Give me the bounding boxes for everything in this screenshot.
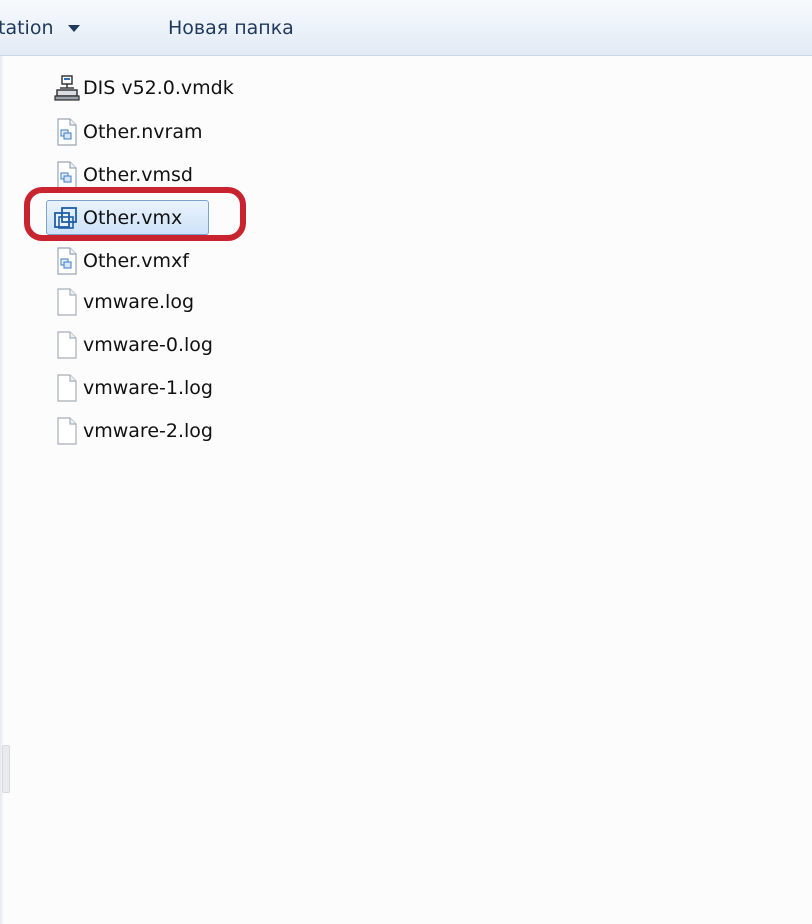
- file-item[interactable]: vmware-1.log: [53, 372, 213, 404]
- vmdk-disk-icon: [53, 73, 81, 103]
- file-item-selected[interactable]: Other.vmx: [46, 200, 209, 235]
- pane-splitter-handle[interactable]: [2, 745, 10, 793]
- file-item[interactable]: Other.vmsd: [53, 159, 193, 191]
- file-name: vmware-1.log: [83, 376, 213, 399]
- command-bar: tation Новая папка: [0, 0, 812, 56]
- vmware-file-icon: [53, 160, 81, 190]
- file-item[interactable]: vmware.log: [53, 286, 194, 318]
- text-file-icon: [53, 330, 81, 360]
- vmx-vm-icon: [53, 203, 81, 233]
- file-name: Other.vmxf: [83, 249, 189, 272]
- text-file-icon: [53, 373, 81, 403]
- vmware-file-icon: [53, 246, 81, 276]
- text-file-icon: [53, 416, 81, 446]
- file-name: DIS v52.0.vmdk: [83, 76, 234, 99]
- new-folder-button[interactable]: Новая папка: [168, 13, 294, 43]
- file-name: vmware-2.log: [83, 419, 213, 442]
- new-folder-label: Новая папка: [168, 17, 294, 39]
- text-file-icon: [53, 287, 81, 317]
- file-name: Other.vmsd: [83, 163, 193, 186]
- vmware-file-icon: [53, 117, 81, 147]
- organize-menu-button[interactable]: tation: [0, 13, 80, 43]
- file-item[interactable]: vmware-2.log: [53, 415, 213, 447]
- file-item[interactable]: Other.nvram: [53, 116, 203, 148]
- file-name: Other.nvram: [83, 120, 203, 143]
- file-name: Other.vmx: [83, 206, 183, 229]
- chevron-down-icon: [67, 24, 80, 32]
- organize-menu-label: tation: [0, 17, 54, 39]
- file-item[interactable]: DIS v52.0.vmdk: [53, 72, 234, 104]
- file-name: vmware-0.log: [83, 333, 213, 356]
- navigation-pane-edge: [0, 56, 3, 924]
- file-name: vmware.log: [83, 290, 195, 313]
- file-item[interactable]: vmware-0.log: [53, 329, 213, 361]
- file-item[interactable]: Other.vmxf: [53, 245, 189, 277]
